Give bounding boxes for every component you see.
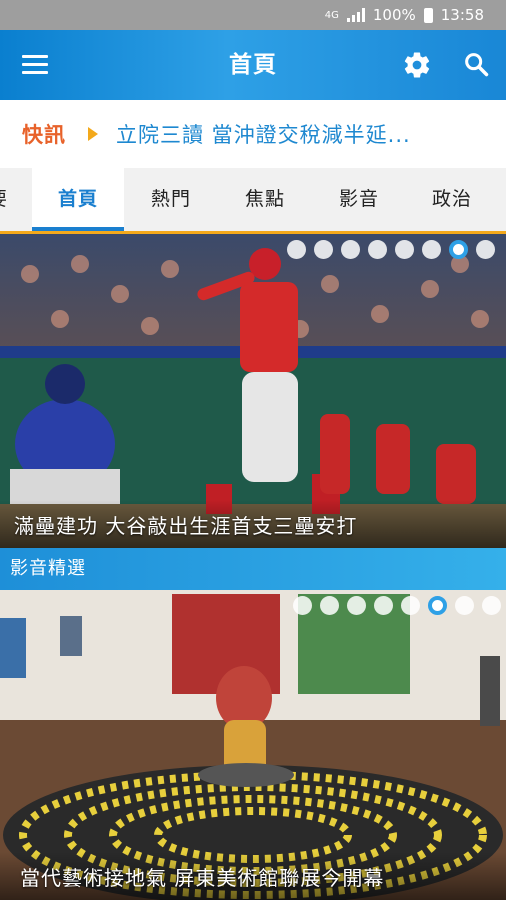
video-slide-indicator: [293, 596, 501, 615]
tab-politics[interactable]: 政治: [406, 168, 498, 231]
signal-icon: [346, 8, 365, 22]
status-bar: 4G 100% 13:58: [0, 0, 506, 30]
battery-icon: [423, 7, 433, 23]
slide-dot[interactable]: [401, 596, 420, 615]
app-bar: 首頁: [0, 30, 506, 100]
slide-dot[interactable]: [341, 240, 360, 259]
hero-caption: 滿壘建功 大谷敲出生涯首支三壘安打: [0, 500, 506, 548]
tab-popular[interactable]: 熱門: [124, 168, 218, 231]
hero-slide-indicator: [287, 240, 495, 259]
slide-dot[interactable]: [320, 596, 339, 615]
slide-dot[interactable]: [395, 240, 414, 259]
search-icon[interactable]: [462, 50, 490, 78]
tab-focus[interactable]: 焦點: [218, 168, 312, 231]
video-card[interactable]: 當代藝術接地氣 屏東美術館聯展今開幕: [0, 590, 506, 900]
slide-dot[interactable]: [347, 596, 366, 615]
slide-dot[interactable]: [476, 240, 495, 259]
section-title: 影音精選: [0, 548, 506, 590]
slide-dot[interactable]: [368, 240, 387, 259]
slide-dot[interactable]: [314, 240, 333, 259]
slide-dot-active[interactable]: [428, 596, 447, 615]
slide-dot-active[interactable]: [449, 240, 468, 259]
battery-percent: 100%: [372, 6, 416, 24]
slide-dot[interactable]: [455, 596, 474, 615]
tab-home[interactable]: 首頁: [32, 168, 124, 231]
video-caption: 當代藝術接地氣 屏東美術館聯展今開幕: [0, 852, 506, 900]
gear-icon[interactable]: [402, 50, 432, 80]
tab-video[interactable]: 影音: [312, 168, 406, 231]
network-indicator: 4G: [324, 9, 339, 21]
category-tabs: 要 首頁 熱門 焦點 影音 政治: [0, 168, 506, 234]
tab-partial[interactable]: 要: [0, 168, 8, 231]
slide-dot[interactable]: [293, 596, 312, 615]
hero-news-card[interactable]: 滿壘建功 大谷敲出生涯首支三壘安打: [0, 234, 506, 548]
slide-dot[interactable]: [482, 596, 501, 615]
slide-dot[interactable]: [422, 240, 441, 259]
breaking-news-ticker[interactable]: 快訊 立院三讀 當沖證交稅減半延...: [0, 100, 506, 168]
breaking-news-headline[interactable]: 立院三讀 當沖證交稅減半延...: [116, 119, 411, 149]
breaking-news-label: 快訊: [22, 123, 66, 147]
clock: 13:58: [440, 6, 484, 24]
slide-dot[interactable]: [374, 596, 393, 615]
play-arrow-icon: [88, 127, 98, 141]
slide-dot[interactable]: [287, 240, 306, 259]
